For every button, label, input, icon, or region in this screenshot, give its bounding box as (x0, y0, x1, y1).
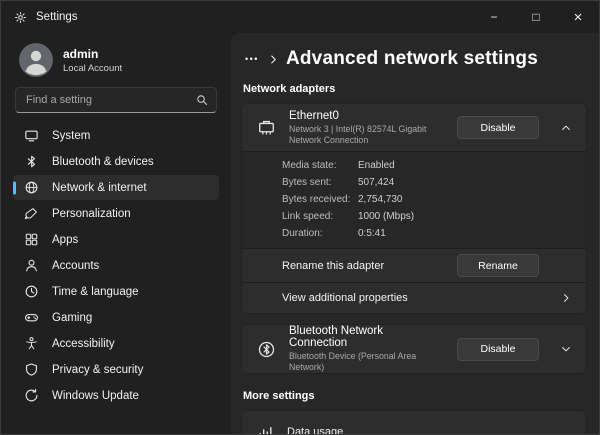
view-properties-label: View additional properties (282, 292, 408, 304)
sidebar-nav: System Bluetooth & devices Network & int… (13, 123, 219, 408)
detail-value: 2,754,730 (358, 194, 403, 205)
apps-grid-icon (24, 232, 39, 247)
sidebar-item-system[interactable]: System (13, 123, 219, 148)
search-input[interactable] (15, 87, 217, 113)
sidebar-item-label: System (52, 129, 91, 142)
detail-row-duration: Duration: 0:5:41 (282, 225, 571, 242)
bluetooth-disable-button[interactable]: Disable (457, 337, 539, 361)
settings-window: Settings − □ × admin Local Account Find … (0, 0, 600, 435)
chevron-right-icon (552, 292, 580, 304)
accessibility-person-icon (24, 336, 39, 351)
data-usage-row[interactable]: Data usage (241, 410, 587, 434)
settings-gear-icon (14, 11, 27, 24)
ethernet-adapter-card: Ethernet0 Network 3 | Intel(R) 82574L Gi… (241, 103, 587, 314)
sidebar-item-personalization[interactable]: Personalization (13, 201, 219, 226)
data-usage-label: Data usage (287, 426, 344, 434)
shield-icon (24, 362, 39, 377)
sidebar-item-accounts[interactable]: Accounts (13, 253, 219, 278)
user-name: admin (63, 46, 99, 61)
detail-row-bytes-sent: Bytes sent: 507,424 (282, 174, 571, 191)
detail-value: 507,424 (358, 177, 395, 188)
adapter-description: Network 3 | Intel(R) 82574L Gigabit Netw… (289, 123, 427, 145)
bluetooth-adapter-header[interactable]: Bluetooth Network Connection Bluetooth D… (242, 325, 586, 373)
sidebar-item-label: Apps (52, 233, 79, 246)
gamepad-icon (24, 310, 39, 325)
breadcrumb: ••• Advanced network settings (241, 33, 587, 81)
detail-label: Bytes received: (282, 194, 351, 205)
search-box (15, 87, 217, 113)
ethernet-adapter-header[interactable]: Ethernet0 Network 3 | Intel(R) 82574L Gi… (242, 104, 586, 151)
detail-label: Bytes sent: (282, 177, 332, 188)
adapter-name: Ethernet0 (289, 109, 339, 122)
sidebar-item-network-internet[interactable]: Network & internet (13, 175, 219, 200)
sidebar-item-label: Personalization (52, 207, 131, 220)
detail-row-bytes-received: Bytes received: 2,754,730 (282, 191, 571, 208)
detail-label: Link speed: (282, 211, 334, 222)
close-icon: × (573, 8, 583, 26)
detail-label: Duration: (282, 228, 323, 239)
titlebar: Settings − □ × (1, 1, 599, 33)
sidebar-item-bluetooth-devices[interactable]: Bluetooth & devices (13, 149, 219, 174)
sidebar-item-privacy-security[interactable]: Privacy & security (13, 357, 219, 382)
ethernet-disable-button[interactable]: Disable (457, 116, 539, 139)
avatar (19, 43, 53, 77)
breadcrumb-chevron-icon (268, 54, 279, 65)
minimize-button[interactable]: − (473, 1, 515, 33)
rename-adapter-label: Rename this adapter (282, 259, 385, 272)
window-controls: − □ × (473, 1, 599, 33)
sidebar-item-label: Windows Update (52, 389, 139, 402)
adapter-details: Media state: Enabled Bytes sent: 507,424… (242, 151, 586, 248)
section-network-adapters: Network adapters (243, 83, 336, 95)
page-title: Advanced network settings (285, 48, 539, 69)
maximize-button[interactable]: □ (515, 1, 557, 33)
adapter-description: Bluetooth Device (Personal Area Network) (289, 351, 417, 372)
chevron-up-icon[interactable] (552, 122, 580, 134)
chevron-down-icon[interactable] (552, 343, 580, 355)
bluetooth-adapter-card: Bluetooth Network Connection Bluetooth D… (241, 324, 587, 374)
rename-button[interactable]: Rename (457, 254, 539, 277)
window-title: Settings (36, 11, 78, 23)
main-content: ••• Advanced network settings Network ad… (231, 33, 599, 434)
detail-row-link-speed: Link speed: 1000 (Mbps) (282, 208, 571, 225)
view-additional-properties-row[interactable]: View additional properties (242, 282, 586, 313)
detail-row-media-state: Media state: Enabled (282, 157, 571, 174)
breadcrumb-ellipsis-button[interactable]: ••• (243, 52, 261, 66)
network-globe-icon (24, 180, 39, 195)
sidebar: admin Local Account System Bluetooth & d… (1, 33, 231, 434)
update-arrows-icon (24, 388, 39, 403)
rename-adapter-row: Rename this adapter Rename (242, 248, 586, 282)
minimize-icon: − (490, 10, 498, 24)
sidebar-item-accessibility[interactable]: Accessibility (13, 331, 219, 356)
adapter-name: Bluetooth Network Connection (289, 325, 383, 349)
data-usage-chart-icon (257, 424, 274, 434)
sidebar-item-windows-update[interactable]: Windows Update (13, 383, 219, 408)
bluetooth-network-icon (257, 340, 276, 359)
sidebar-item-label: Privacy & security (52, 363, 144, 376)
system-icon (24, 128, 39, 143)
close-button[interactable]: × (557, 1, 599, 33)
sidebar-item-label: Bluetooth & devices (52, 155, 154, 168)
sidebar-item-label: Accessibility (52, 337, 115, 350)
section-more-settings: More settings (243, 390, 315, 402)
sidebar-item-gaming[interactable]: Gaming (13, 305, 219, 330)
detail-label: Media state: (282, 160, 337, 171)
maximize-icon: □ (532, 10, 540, 24)
personalization-brush-icon (24, 206, 39, 221)
search-icon (195, 93, 209, 107)
sidebar-item-apps[interactable]: Apps (13, 227, 219, 252)
user-account-type: Local Account (63, 62, 123, 74)
sidebar-item-label: Gaming (52, 311, 93, 324)
clock-icon (24, 284, 39, 299)
sidebar-item-label: Time & language (52, 285, 139, 298)
accounts-person-icon (24, 258, 39, 273)
detail-value: 1000 (Mbps) (358, 211, 415, 222)
sidebar-item-label: Network & internet (52, 181, 147, 194)
detail-value: 0:5:41 (358, 228, 386, 239)
sidebar-item-label: Accounts (52, 259, 100, 272)
user-account: admin Local Account (13, 41, 219, 87)
sidebar-item-time-language[interactable]: Time & language (13, 279, 219, 304)
detail-value: Enabled (358, 160, 395, 171)
bluetooth-icon (24, 154, 39, 169)
ethernet-adapter-icon (257, 118, 276, 137)
